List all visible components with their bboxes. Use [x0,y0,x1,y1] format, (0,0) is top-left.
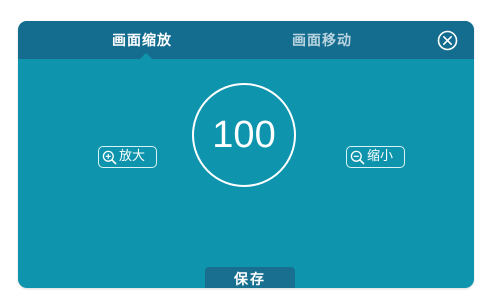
zoom-dialog: 画面缩放 画面移动 放大 100 缩小 保存 [18,21,474,288]
close-circle-icon [437,30,458,51]
zoom-in-label: 放大 [119,149,146,164]
dialog-content: 放大 100 缩小 保存 [18,59,474,288]
tab-move[interactable]: 画面移动 [292,31,352,51]
dialog-header: 画面缩放 画面移动 [18,21,474,59]
zoom-in-icon [102,150,117,164]
zoom-out-icon [350,150,365,164]
zoom-out-button[interactable]: 缩小 [346,146,405,168]
zoom-level-value: 100 [212,113,276,156]
zoom-in-button[interactable]: 放大 [98,146,157,168]
save-button[interactable]: 保存 [205,267,295,288]
tab-zoom[interactable]: 画面缩放 [112,31,172,51]
zoom-level-display: 100 [192,83,296,187]
close-button[interactable] [437,30,458,51]
zoom-out-label: 缩小 [367,149,394,164]
